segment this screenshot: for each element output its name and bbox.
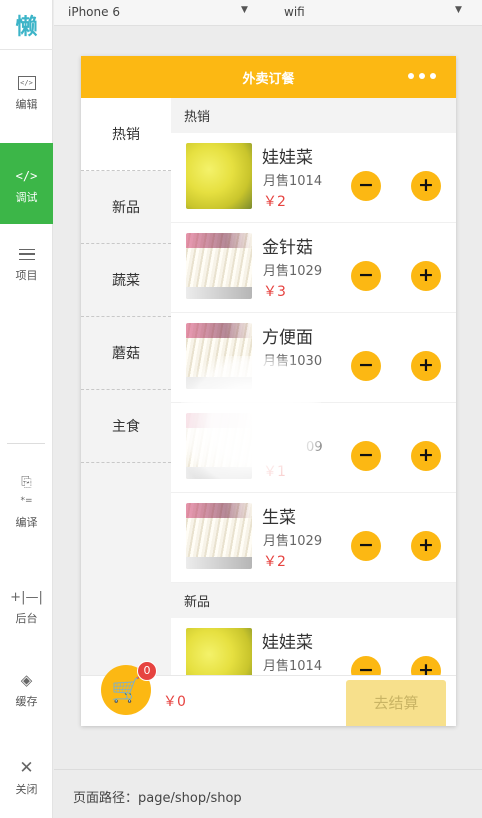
plus-button[interactable]: + [411,261,441,291]
rail-backend[interactable]: +|—| 后台 [0,584,53,629]
cart-bar: 🛒 0 ￥0 去结算 [81,661,456,726]
product-image [186,143,252,209]
phone-screen: 外卖订餐 热销 新品 蔬菜 蘑菇 主食 热销 娃娃菜 月售1014 ￥2 − +… [81,56,456,726]
cart-count-badge: 0 [137,661,157,681]
rail-cache[interactable]: ◈ 缓存 [0,667,53,712]
code-window-icon: </> [17,70,36,96]
product-price: ￥3 [263,284,286,300]
product-image [186,233,252,299]
product-price: ￥2 [263,554,286,570]
minus-button[interactable]: − [351,171,381,201]
product-sales: 月售1014 [263,174,323,189]
list-item: 金针菇 月售1029 ￥3 − + [171,223,456,313]
product-image [186,628,252,675]
page-title: 外卖订餐 [242,72,295,87]
category-item[interactable]: 热销 [81,98,171,171]
product-sales: 月售1014 [263,659,323,674]
chevron-down-icon[interactable]: ▼ [241,5,248,15]
section-header: 新品 [171,583,456,618]
layers-icon: ◈ [20,671,33,689]
app-logo: 懒 [0,0,53,50]
product-name: 娃娃菜 [262,633,313,653]
category-item[interactable]: 主食 [81,390,171,463]
minus-button[interactable]: − [351,351,381,381]
page-path: 页面路径：page/shop/shop [73,791,242,806]
category-item[interactable]: 蘑菇 [81,317,171,390]
code-icon: </> [15,169,38,183]
product-name: 方便面 [262,328,313,348]
rail-close[interactable]: ✕ 关闭 [0,755,53,800]
product-price: ￥2 [263,194,286,210]
tool-rail: 懒 </> 编辑 </> 调试 项目 ⎘ *= 编译 +|—| 后台 ◈ 缓存 ✕… [0,0,53,818]
network-select[interactable]: wifi [284,5,305,19]
checkout-button[interactable]: 去结算 [346,680,446,726]
device-select[interactable]: iPhone 6 [68,5,120,19]
category-sidebar: 热销 新品 蔬菜 蘑菇 主食 [81,98,171,675]
minus-button[interactable]: − [351,531,381,561]
plus-button[interactable]: + [411,656,441,675]
page-path-bar: 页面路径：page/shop/shop [54,769,482,818]
plus-button[interactable]: + [411,171,441,201]
rail-debug[interactable]: </> 调试 [0,143,53,224]
minus-button[interactable]: − [351,441,381,471]
product-name: 生菜 [262,508,296,528]
product-sales: 月售1029 [263,534,323,549]
product-image [186,503,252,569]
menu-icon [18,241,35,267]
cart-total: ￥0 [163,694,186,710]
minus-button[interactable]: − [351,656,381,675]
product-name: 娃娃菜 [262,148,313,168]
more-menu-icon[interactable] [408,73,436,79]
minus-button[interactable]: − [351,261,381,291]
product-name: 金针菇 [262,238,313,258]
list-item: 娃娃菜 月售1014 ￥2 − + [171,133,456,223]
category-item[interactable]: 蔬菜 [81,244,171,317]
rail-compile[interactable]: ⎘ *= 编译 [0,470,53,545]
close-icon: ✕ [19,758,34,778]
rail-edit[interactable]: </> 编辑 [0,70,53,125]
list-item: 娃娃菜 月售1014 − + [171,618,456,675]
category-item[interactable]: 新品 [81,171,171,244]
rail-project[interactable]: 项目 [0,241,53,286]
rail-divider [7,443,45,444]
product-sales: 月售1029 [263,264,323,279]
section-header: 热销 [171,98,456,133]
compile-icon: ⎘ *= [20,475,33,506]
chevron-down-icon[interactable]: ▼ [455,5,462,15]
loading-overlay [181,356,321,491]
navigation-bar: 外卖订餐 [81,56,456,98]
plus-button[interactable]: + [411,531,441,561]
plus-button[interactable]: + [411,441,441,471]
plus-button[interactable]: + [411,351,441,381]
simulator-toolbar: iPhone 6 ▼ wifi ▼ [54,0,482,26]
list-item: 生菜 月售1029 ￥2 − + [171,493,456,583]
backend-icon: +|—| [10,589,43,605]
